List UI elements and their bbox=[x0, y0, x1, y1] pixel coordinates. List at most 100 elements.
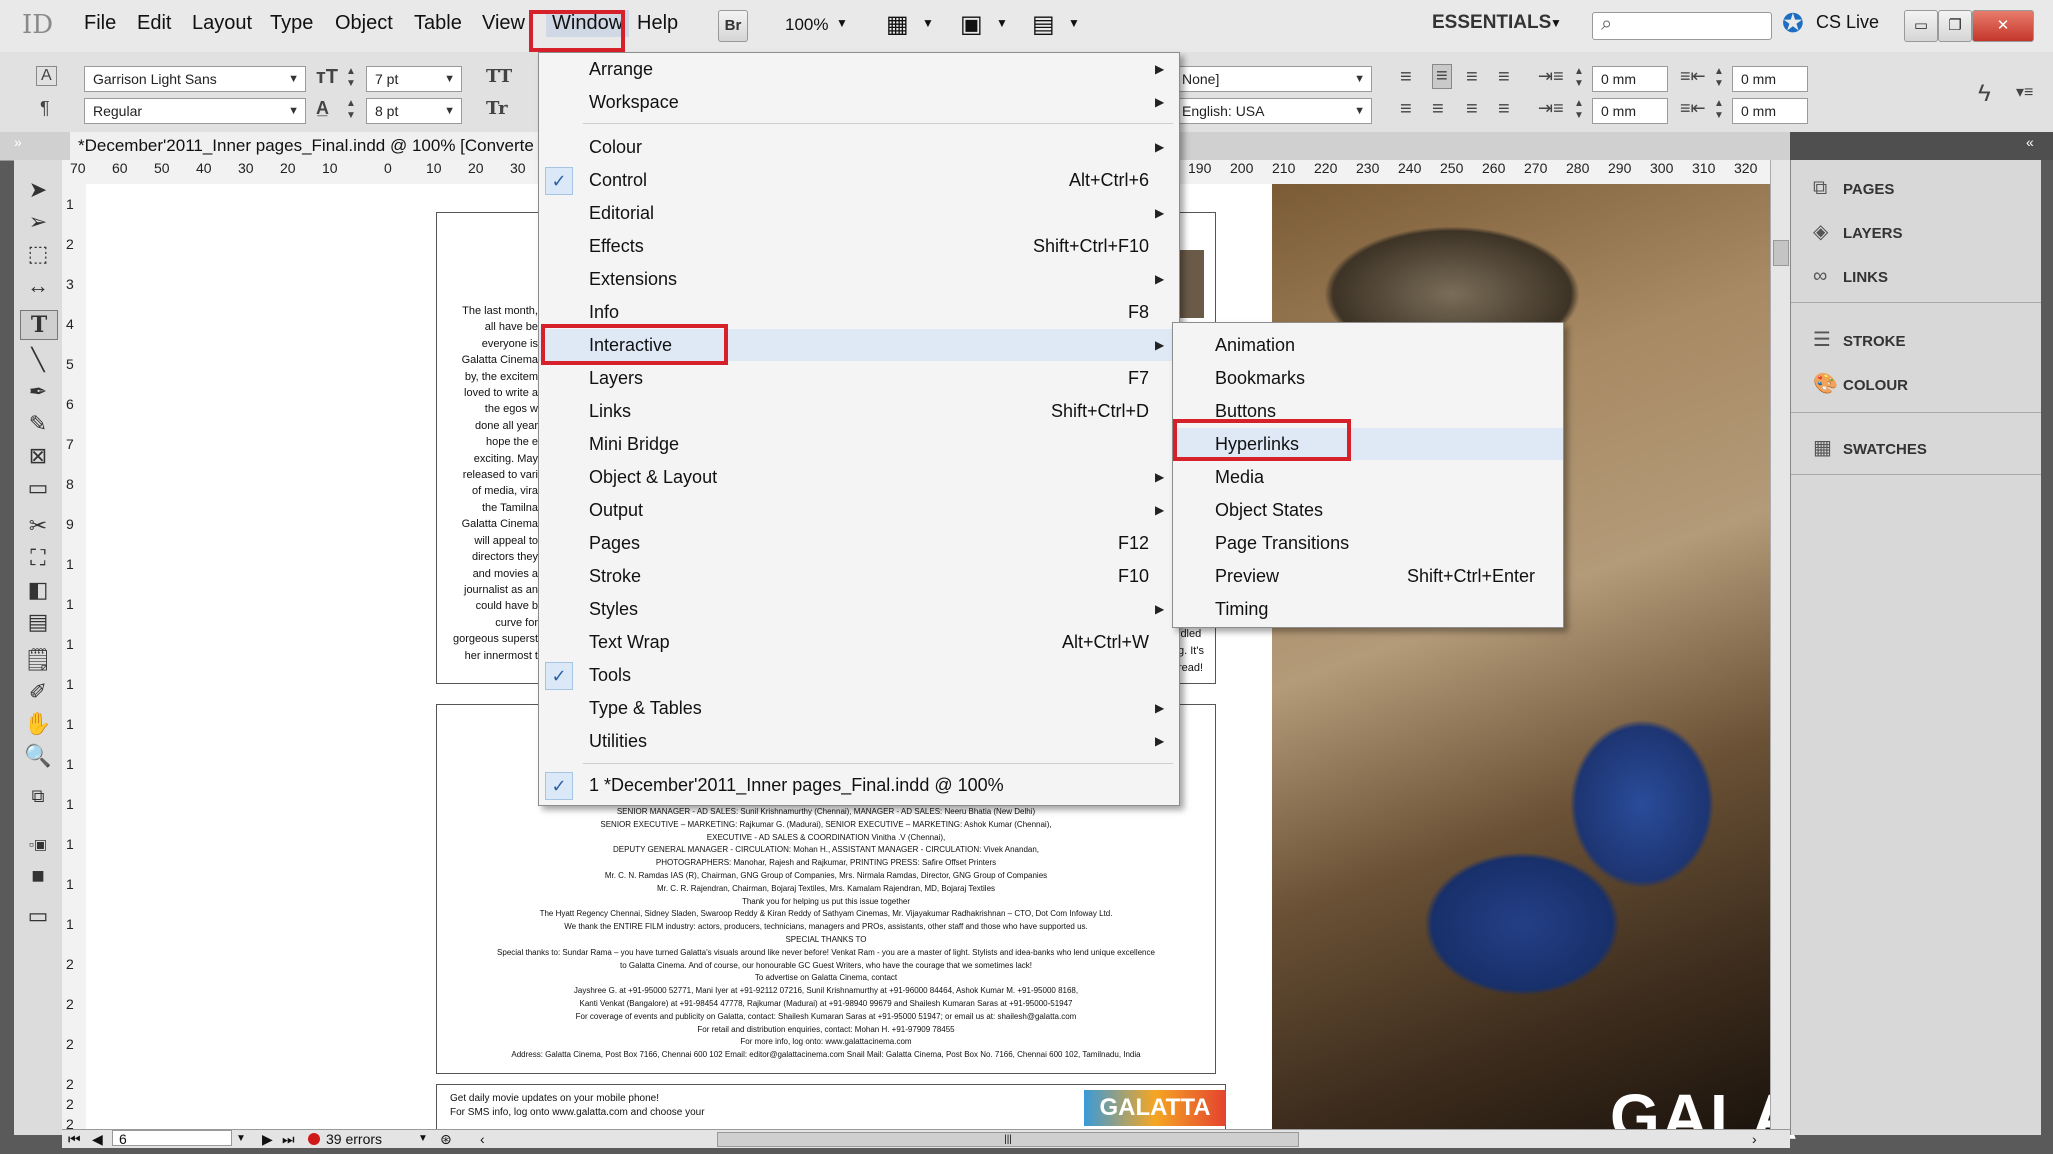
vertical-scrollbar[interactable] bbox=[1770, 160, 1791, 1129]
type-tool-icon[interactable]: T bbox=[20, 310, 58, 340]
menu-item-utilities[interactable]: Utilities ▶ bbox=[539, 725, 1179, 757]
quick-apply-icon[interactable]: ϟ bbox=[1978, 80, 1991, 108]
panel-menu-icon[interactable]: ▾≡ bbox=[2016, 82, 2033, 102]
menu-item-styles[interactable]: Styles ▶ bbox=[539, 593, 1179, 625]
menu-item-open-document[interactable]: ✓ 1 *December'2011_Inner pages_Final.indd… bbox=[539, 769, 1179, 801]
submenu-item-buttons[interactable]: Buttons bbox=[1173, 395, 1563, 427]
panel-stroke[interactable]: ☰ STROKE bbox=[1813, 324, 1906, 356]
align-towards-spine-icon[interactable]: ≡ bbox=[1498, 66, 1510, 89]
menu-layout[interactable]: Layout bbox=[192, 12, 252, 35]
panel-links[interactable]: ∞ LINKS bbox=[1813, 260, 1888, 292]
align-left-icon[interactable]: ≡ bbox=[1400, 66, 1412, 89]
note-tool-icon[interactable]: 🗒 bbox=[20, 646, 56, 674]
submenu-item-object-states[interactable]: Object States bbox=[1173, 494, 1563, 526]
small-caps-button[interactable]: Tr bbox=[486, 98, 508, 119]
menu-item-output[interactable]: Output ▶ bbox=[539, 494, 1179, 526]
font-family-field[interactable]: Garrison Light Sans ▼ bbox=[84, 66, 306, 92]
menu-item-editorial[interactable]: Editorial ▶ bbox=[539, 197, 1179, 229]
justify-center-icon[interactable]: ≡ bbox=[1432, 98, 1444, 121]
page-number-field[interactable]: 6 bbox=[112, 1130, 232, 1147]
justify-all-icon[interactable]: ≡ bbox=[1498, 98, 1510, 121]
menu-item-type-tables[interactable]: Type & Tables ▶ bbox=[539, 692, 1179, 724]
preflight-errors[interactable]: 39 errors bbox=[326, 1130, 382, 1148]
menu-item-workspace[interactable]: Workspace ▶ bbox=[539, 86, 1179, 118]
collapse-toolbox-icon[interactable]: » bbox=[14, 134, 22, 150]
selection-tool-icon[interactable]: ➤ bbox=[20, 176, 56, 204]
menu-table[interactable]: Table bbox=[414, 12, 462, 35]
menu-item-text-wrap[interactable]: Text Wrap Alt+Ctrl+W bbox=[539, 626, 1179, 658]
hand-tool-icon[interactable]: ✋ bbox=[20, 710, 56, 738]
open-file-icon[interactable]: ⊛ bbox=[440, 1130, 452, 1148]
menu-view[interactable]: View bbox=[482, 12, 525, 35]
document-tab[interactable]: *December'2011_Inner pages_Final.indd @ … bbox=[70, 132, 548, 160]
line-tool-icon[interactable]: ╲ bbox=[20, 346, 56, 374]
menu-item-extensions[interactable]: Extensions ▶ bbox=[539, 263, 1179, 295]
font-size-stepper[interactable]: ▲ ▼ bbox=[346, 66, 356, 90]
menu-file[interactable]: File bbox=[84, 12, 116, 35]
all-caps-button[interactable]: TT bbox=[486, 66, 512, 87]
last-line-indent-stepper[interactable]: ▲ ▼ bbox=[1714, 98, 1724, 122]
rectangle-tool-icon[interactable]: ▭ bbox=[20, 474, 56, 502]
first-line-indent-field[interactable]: 0 mm bbox=[1592, 98, 1668, 124]
menu-item-arrange[interactable]: Arrange ▶ bbox=[539, 53, 1179, 85]
screen-mode-dropdown-icon[interactable]: ▼ bbox=[996, 16, 1008, 30]
direct-selection-tool-icon[interactable]: ➢ bbox=[20, 208, 56, 236]
scissors-tool-icon[interactable]: ✂ bbox=[20, 512, 56, 540]
submenu-item-page-transitions[interactable]: Page Transitions bbox=[1173, 527, 1563, 559]
menu-item-pages[interactable]: Pages F12 bbox=[539, 527, 1179, 559]
scroll-left-icon[interactable]: ‹ bbox=[480, 1130, 485, 1148]
restore-button[interactable]: ❐ bbox=[1938, 10, 1972, 42]
workspace-switcher[interactable]: ESSENTIALS bbox=[1432, 12, 1551, 34]
minimize-button[interactable]: ▭ bbox=[1904, 10, 1938, 42]
menu-item-interactive[interactable]: Interactive ▶ bbox=[539, 329, 1179, 361]
cs-live-label[interactable]: CS Live bbox=[1816, 12, 1879, 33]
chevron-down-icon[interactable]: ▼ bbox=[236, 1130, 246, 1148]
leading-field[interactable]: 8 pt ▼ bbox=[366, 98, 462, 124]
screen-mode-icon[interactable]: ▣ bbox=[960, 10, 983, 39]
last-line-indent-field[interactable]: 0 mm bbox=[1732, 98, 1808, 124]
menu-item-effects[interactable]: Effects Shift+Ctrl+F10 bbox=[539, 230, 1179, 262]
eyedropper-tool-icon[interactable]: ✐ bbox=[20, 678, 56, 706]
view-options-dropdown-icon[interactable]: ▼ bbox=[922, 16, 934, 30]
gap-tool-icon[interactable]: ↔ bbox=[20, 272, 56, 300]
last-page-icon[interactable]: ⏭ bbox=[282, 1130, 295, 1148]
arrange-documents-dropdown-icon[interactable]: ▼ bbox=[1068, 16, 1080, 30]
pencil-tool-icon[interactable]: ✎ bbox=[20, 410, 56, 438]
panel-swatches[interactable]: ▦ SWATCHES bbox=[1813, 432, 1927, 464]
align-center-icon[interactable]: ≡ bbox=[1432, 64, 1452, 89]
right-indent-field[interactable]: 0 mm bbox=[1732, 66, 1808, 92]
bridge-button[interactable]: Br bbox=[718, 10, 748, 42]
menu-type[interactable]: Type bbox=[270, 12, 313, 35]
panel-pages[interactable]: ⧉ PAGES bbox=[1813, 172, 1894, 204]
fill-stroke-swap-icon[interactable]: ⧉ bbox=[20, 782, 56, 810]
view-options-icon[interactable]: ▦ bbox=[886, 10, 909, 39]
right-indent-stepper[interactable]: ▲ ▼ bbox=[1714, 66, 1724, 90]
zoom-dropdown-icon[interactable]: ▼ bbox=[836, 16, 848, 30]
character-style-field[interactable]: None] ▼ bbox=[1174, 66, 1372, 92]
menu-item-control[interactable]: ✓ Control Alt+Ctrl+6 bbox=[539, 164, 1179, 196]
menu-item-links[interactable]: Links Shift+Ctrl+D bbox=[539, 395, 1179, 427]
zoom-tool-icon[interactable]: 🔍 bbox=[20, 742, 56, 770]
panel-layers[interactable]: ◈ LAYERS bbox=[1813, 216, 1902, 248]
menu-item-layers[interactable]: Layers F7 bbox=[539, 362, 1179, 394]
menu-item-colour[interactable]: Colour ▶ bbox=[539, 131, 1179, 163]
free-transform-tool-icon[interactable]: ⛶ bbox=[20, 544, 56, 572]
menu-item-object-layout[interactable]: Object & Layout ▶ bbox=[539, 461, 1179, 493]
arrange-documents-icon[interactable]: ▤ bbox=[1032, 10, 1055, 39]
language-field[interactable]: English: USA ▼ bbox=[1174, 98, 1372, 124]
menu-edit[interactable]: Edit bbox=[137, 12, 171, 35]
search-input[interactable]: ⌕ bbox=[1592, 12, 1772, 40]
font-size-field[interactable]: 7 pt ▼ bbox=[366, 66, 462, 92]
leading-stepper[interactable]: ▲ ▼ bbox=[346, 98, 356, 122]
gradient-feather-tool-icon[interactable]: ▤ bbox=[20, 608, 56, 636]
character-mode-icon[interactable]: A bbox=[36, 66, 57, 86]
align-right-icon[interactable]: ≡ bbox=[1466, 66, 1478, 89]
formatting-affects-container-icon[interactable]: ▫▣ bbox=[20, 830, 56, 858]
submenu-item-bookmarks[interactable]: Bookmarks bbox=[1173, 362, 1563, 394]
submenu-item-animation[interactable]: Animation bbox=[1173, 329, 1563, 361]
collapse-panels-icon[interactable]: « bbox=[2026, 134, 2034, 150]
left-indent-stepper[interactable]: ▲ ▼ bbox=[1574, 66, 1584, 90]
chevron-down-icon[interactable]: ▼ bbox=[418, 1130, 428, 1148]
zoom-level[interactable]: 100% bbox=[785, 15, 828, 35]
page-tool-icon[interactable]: ⬚ bbox=[20, 240, 56, 268]
